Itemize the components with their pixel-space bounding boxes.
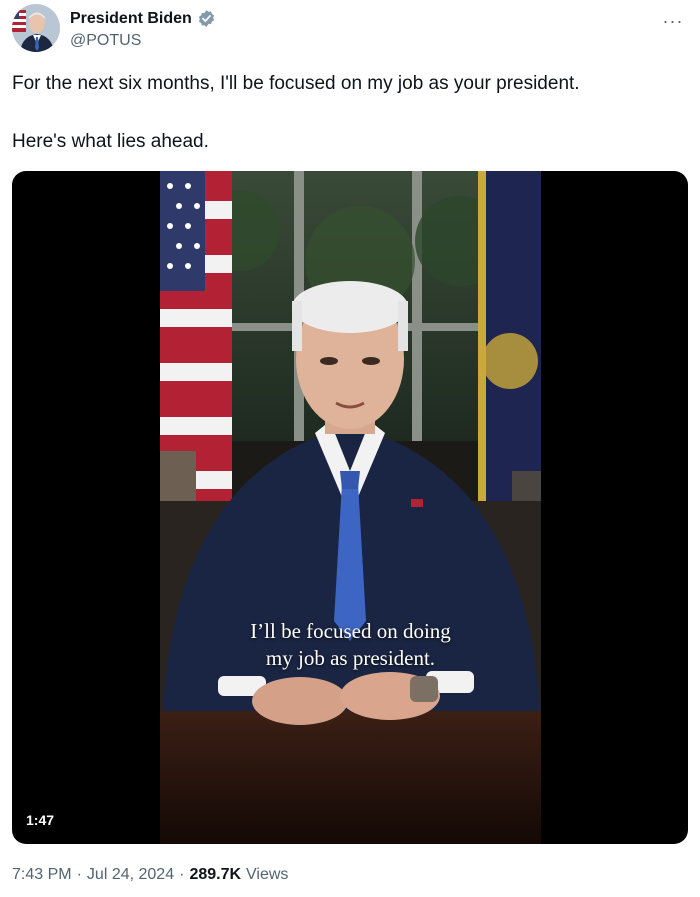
avatar[interactable] xyxy=(12,4,60,52)
tweet-date[interactable]: Jul 24, 2024 xyxy=(87,866,174,884)
video-thumbnail xyxy=(160,171,541,844)
author-name-row[interactable]: President Biden xyxy=(70,9,216,28)
author-handle[interactable]: @POTUS xyxy=(70,32,141,50)
separator: · xyxy=(76,866,82,883)
avatar-image xyxy=(12,4,60,52)
views-count: 289.7K xyxy=(189,866,242,883)
tweet-text-line: For the next six months, I'll be focused… xyxy=(12,73,580,94)
verified-badge-icon[interactable] xyxy=(197,9,216,28)
views-label: Views xyxy=(246,866,289,883)
caption-line: my job as president. xyxy=(265,646,436,670)
tweet-meta: 7:43 PM · Jul 24, 2024 · 289.7K Views xyxy=(12,866,288,884)
video-caption: I’ll be focused on doing my job as presi… xyxy=(160,618,541,672)
video-duration: 1:47 xyxy=(26,812,55,828)
caption-line: I’ll be focused on doing xyxy=(250,619,451,643)
tweet-time[interactable]: 7:43 PM xyxy=(12,866,72,884)
tweet-text: For the next six months, I'll be focused… xyxy=(12,70,682,156)
video-player[interactable]: I’ll be focused on doing my job as presi… xyxy=(12,171,688,844)
display-name[interactable]: President Biden xyxy=(70,10,192,28)
tweet-header: President Biden @POTUS ··· xyxy=(12,4,688,56)
separator: · xyxy=(179,866,185,883)
video-frame[interactable] xyxy=(160,171,541,844)
more-options-icon[interactable]: ··· xyxy=(658,6,688,36)
tweet-text-line: Here's what lies ahead. xyxy=(12,131,209,152)
